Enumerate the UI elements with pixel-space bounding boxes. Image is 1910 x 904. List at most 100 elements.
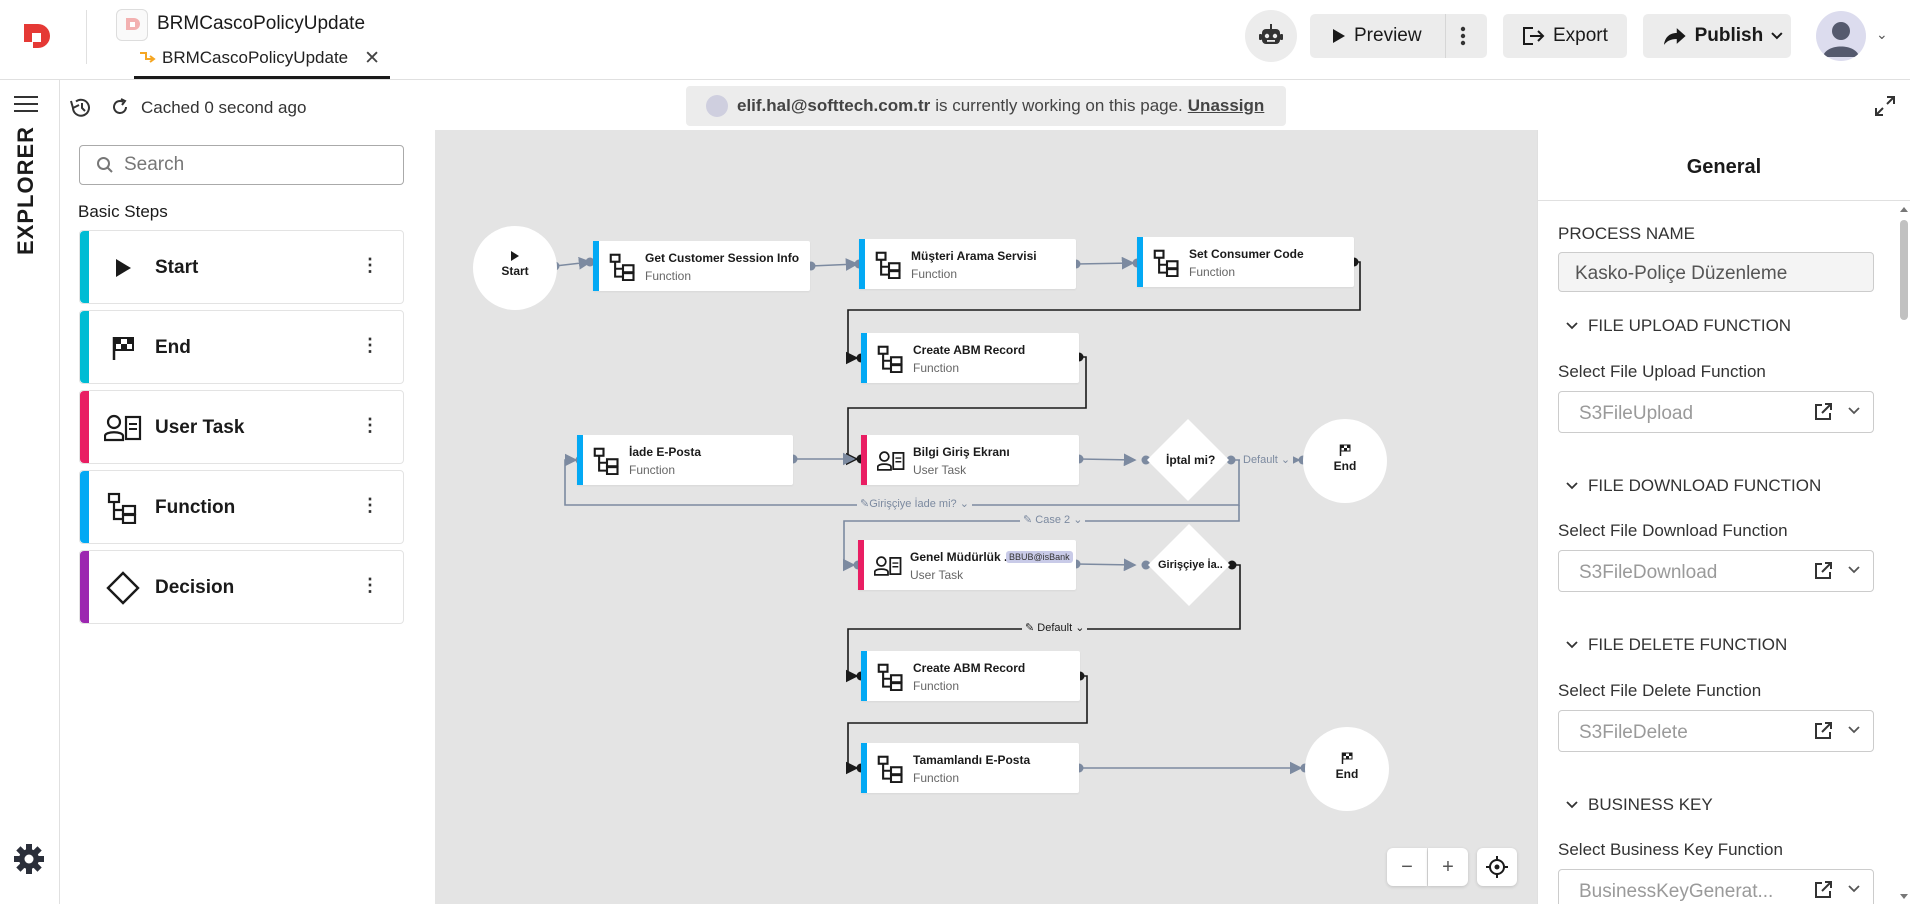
node-subtitle: Function xyxy=(1189,265,1236,279)
presence-banner: elif.hal@softtech.com.tr is currently wo… xyxy=(686,86,1286,126)
step-label: Function xyxy=(155,497,236,518)
node-genel-mudurluk[interactable]: Genel Müdürlük .. BBUB@isBank User Task xyxy=(858,540,1076,590)
user-icon xyxy=(1823,22,1859,57)
field-label: Select File Delete Function xyxy=(1558,681,1762,700)
end-node-2[interactable]: End xyxy=(1305,727,1389,811)
function-icon xyxy=(877,663,903,691)
open-external-icon[interactable] xyxy=(1813,721,1833,741)
close-tab-icon[interactable]: ✕ xyxy=(364,47,380,70)
node-color-bar xyxy=(1137,237,1143,287)
search-box[interactable] xyxy=(79,145,404,185)
node-subtitle: Function xyxy=(911,267,958,281)
avatar-caret-icon[interactable]: ⌄ xyxy=(1876,26,1888,43)
search-input[interactable] xyxy=(124,154,384,176)
function-icon xyxy=(107,492,137,524)
edge-label-girisciye-iade[interactable]: ✎Girişçiye İade mi? ⌄ xyxy=(857,497,972,510)
node-subtitle: Function xyxy=(629,463,676,477)
business-key-section-toggle[interactable]: BUSINESS KEY xyxy=(1566,795,1713,815)
more-vertical-icon[interactable]: ⋮ xyxy=(361,335,379,356)
finish-flag-icon xyxy=(1341,752,1353,764)
export-button[interactable]: Export xyxy=(1503,14,1627,58)
node-iade-e-posta[interactable]: İade E-Posta Function xyxy=(577,435,793,485)
node-subtitle: Function xyxy=(913,771,960,785)
pencil-icon: ✎ xyxy=(1023,514,1033,526)
play-icon xyxy=(511,251,519,261)
step-decision[interactable]: Decision ⋮ xyxy=(79,550,404,624)
unassign-link[interactable]: Unassign xyxy=(1188,96,1265,116)
node-subtitle: Function xyxy=(913,679,960,693)
open-external-icon[interactable] xyxy=(1813,880,1833,900)
scroll-up-icon[interactable] xyxy=(1897,204,1910,214)
node-set-consumer-code[interactable]: Set Consumer Code Function xyxy=(1137,237,1354,287)
step-end[interactable]: End ⋮ xyxy=(79,310,404,384)
chevron-down-icon xyxy=(1566,322,1578,330)
file-delete-section-toggle[interactable]: FILE DELETE FUNCTION xyxy=(1566,635,1787,655)
node-tamamlandi-e-posta[interactable]: Tamamlandı E-Posta Function xyxy=(861,743,1079,793)
start-node[interactable]: Start xyxy=(473,226,557,310)
node-get-customer-session-info[interactable]: Get Customer Session Info Function xyxy=(593,241,810,291)
tab-process[interactable]: BRMCascoPolicyUpdate ✕ xyxy=(134,44,390,79)
refresh-icon[interactable] xyxy=(110,97,130,117)
recenter-button[interactable] xyxy=(1477,848,1517,886)
properties-title: General xyxy=(1686,156,1762,178)
open-external-icon[interactable] xyxy=(1813,561,1833,581)
share-arrow-icon xyxy=(1663,28,1686,45)
edge-label-default-2[interactable]: ✎ Default ⌄ xyxy=(1022,621,1088,634)
play-icon xyxy=(1333,29,1345,43)
file-upload-select[interactable]: S3FileUpload xyxy=(1558,391,1874,433)
field-label: Select File Upload Function xyxy=(1558,362,1766,381)
decision-label: Girişçiye İa.. xyxy=(1158,559,1223,571)
file-download-section-toggle[interactable]: FILE DOWNLOAD FUNCTION xyxy=(1566,476,1821,496)
flow-canvas[interactable]: Start Get Customer Session Info Function… xyxy=(435,130,1537,904)
step-user-task[interactable]: User Task ⋮ xyxy=(79,390,404,464)
user-task-icon xyxy=(874,556,902,576)
properties-scrollbar[interactable] xyxy=(1897,200,1910,904)
file-download-select[interactable]: S3FileDownload xyxy=(1558,550,1874,592)
file-upload-section-toggle[interactable]: FILE UPLOAD FUNCTION xyxy=(1566,316,1791,336)
step-label: Start xyxy=(155,257,199,278)
history-icon[interactable] xyxy=(69,97,93,119)
scrollbar-thumb[interactable] xyxy=(1900,220,1908,320)
function-icon xyxy=(877,345,903,373)
node-bilgi-giris-ekrani[interactable]: Bilgi Giriş Ekranı User Task xyxy=(861,435,1079,485)
step-color-bar xyxy=(80,231,89,303)
preview-label: Preview xyxy=(1354,25,1422,46)
banner-text: is currently working on this page. xyxy=(935,96,1183,115)
file-delete-select[interactable]: S3FileDelete xyxy=(1558,710,1874,752)
properties-panel: General PROCESS NAME Kasko-Poliçe Düzenl… xyxy=(1537,130,1910,904)
process-name-field[interactable]: Kasko-Poliçe Düzenleme xyxy=(1558,252,1874,292)
zoom-out-button[interactable]: − xyxy=(1387,848,1427,886)
divider xyxy=(86,10,87,64)
step-start[interactable]: Start ⋮ xyxy=(79,230,404,304)
field-label: Select File Download Function xyxy=(1558,521,1788,540)
business-key-select[interactable]: BusinessKeyGenerat... xyxy=(1558,869,1874,904)
more-vertical-icon[interactable]: ⋮ xyxy=(361,415,379,436)
settings-gear-icon[interactable] xyxy=(12,842,46,876)
node-title: Get Customer Session Info xyxy=(645,251,800,265)
app-logo-icon[interactable] xyxy=(20,20,54,54)
preview-more-button[interactable] xyxy=(1445,14,1487,58)
cached-status: Cached 0 second ago xyxy=(141,98,307,117)
open-external-icon[interactable] xyxy=(1813,402,1833,422)
edge-label-case-2[interactable]: ✎ Case 2 ⌄ xyxy=(1020,513,1086,526)
finish-flag-icon xyxy=(112,337,134,360)
more-vertical-icon[interactable]: ⋮ xyxy=(361,575,379,596)
preview-button[interactable]: Preview xyxy=(1310,14,1445,58)
more-vertical-icon[interactable]: ⋮ xyxy=(361,495,379,516)
edge-label-default[interactable]: Default ⌄ xyxy=(1240,453,1294,466)
node-musteri-arama-servisi[interactable]: Müşteri Arama Servisi Function xyxy=(859,239,1076,289)
node-create-abm-record[interactable]: Create ABM Record Function xyxy=(861,333,1079,383)
left-rail: EXPLORER xyxy=(0,80,60,904)
select-value: S3FileDownload xyxy=(1579,562,1718,583)
step-function[interactable]: Function ⋮ xyxy=(79,470,404,544)
zoom-in-button[interactable]: + xyxy=(1428,848,1468,886)
assistant-button[interactable] xyxy=(1245,10,1297,62)
node-create-abm-record-2[interactable]: Create ABM Record Function xyxy=(861,651,1080,701)
fullscreen-icon[interactable] xyxy=(1874,95,1896,117)
scroll-down-icon[interactable] xyxy=(1897,892,1910,902)
publish-button[interactable]: Publish xyxy=(1643,14,1791,58)
user-avatar[interactable] xyxy=(1816,11,1866,61)
end-node[interactable]: End xyxy=(1303,419,1387,503)
menu-icon[interactable] xyxy=(14,94,38,114)
more-vertical-icon[interactable]: ⋮ xyxy=(361,255,379,276)
